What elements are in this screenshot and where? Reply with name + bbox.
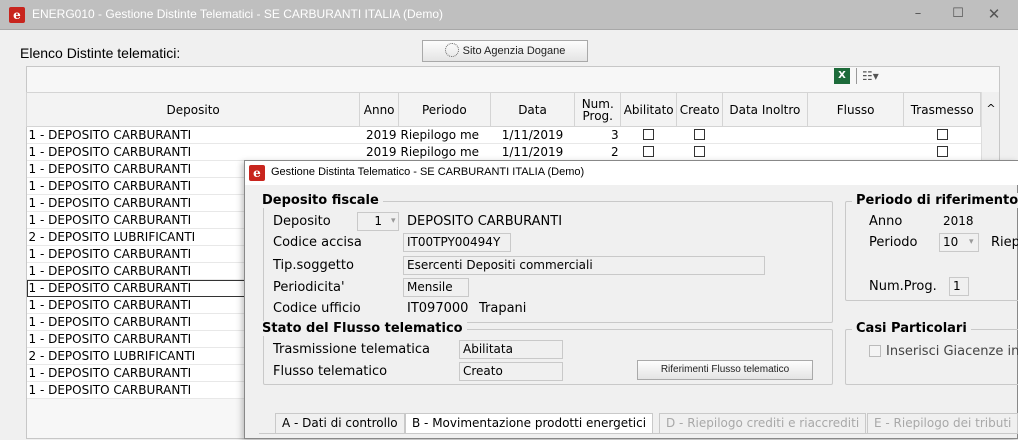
tip-soggetto-field[interactable]: Esercenti Depositi commerciali: [403, 256, 765, 275]
table-cell-flusso[interactable]: [807, 126, 904, 144]
excel-export-icon[interactable]: X: [834, 68, 850, 84]
table-row[interactable]: 1 - DEPOSITO CARBURANTI 2019 Riepilogo me 1…: [26, 143, 981, 161]
riferimenti-flusso-button[interactable]: Riferimenti Flusso telematico: [637, 360, 813, 380]
checkbox-icon[interactable]: [694, 129, 706, 140]
dialog-titlebar: e Gestione Distinta Telematico - SE CARB…: [245, 161, 1018, 185]
toolbar-separator: [856, 68, 857, 84]
table-cell-num[interactable]: 2: [574, 143, 621, 161]
table-cell-cbC[interactable]: [676, 126, 723, 144]
dialog-title: Gestione Distinta Telematico - SE CARBUR…: [271, 166, 585, 178]
anno-label: Anno: [869, 214, 903, 229]
inserisci-giacenze-label: Inserisci Giacenze ini: [886, 344, 1018, 359]
table-cell-inoltro[interactable]: [722, 126, 808, 144]
casi-particolari-title: Casi Particolari: [852, 321, 971, 336]
column-header[interactable]: Num. Prog.: [574, 92, 622, 127]
codice-ufficio-value: IT097000: [407, 301, 469, 316]
trasmissione-label: Trasmissione telematica: [273, 342, 431, 357]
stato-flusso-title: Stato del Flusso telematico: [258, 321, 467, 336]
column-header[interactable]: Deposito: [25, 92, 361, 127]
numprog-field[interactable]: 1: [949, 277, 969, 296]
deposito-code: 1: [374, 214, 382, 228]
table-cell-anno[interactable]: 2019: [359, 126, 399, 144]
table-cell-cbA[interactable]: [620, 143, 677, 161]
checkbox-icon[interactable]: [869, 345, 881, 357]
table-cell-cbC[interactable]: [676, 143, 723, 161]
tab-riepilogo-crediti[interactable]: D - Riepilogo crediti e riaccrediti: [659, 413, 867, 433]
checkbox-icon[interactable]: [936, 146, 948, 157]
table-cell-periodo[interactable]: Riepilogo me: [398, 143, 491, 161]
table-cell-cbA[interactable]: [620, 126, 677, 144]
table-cell-data[interactable]: 1/11/2019: [490, 143, 575, 161]
deposito-name: DEPOSITO CARBURANTI: [407, 214, 563, 229]
app-logo-icon: e: [249, 165, 265, 181]
ufficio-nome: Trapani: [479, 301, 527, 316]
window-title: ENERG010 - Gestione Distinte Telematici …: [32, 7, 444, 21]
checkbox-icon[interactable]: [643, 146, 655, 157]
table-cell-anno[interactable]: 2019: [359, 143, 399, 161]
table-cell-flusso[interactable]: [807, 143, 904, 161]
column-header[interactable]: Flusso: [806, 92, 905, 127]
periodicita-field[interactable]: Mensile: [403, 278, 469, 297]
column-header[interactable]: Trasmesso: [903, 92, 981, 127]
table-cell-data[interactable]: 1/11/2019: [490, 126, 575, 144]
checkbox-icon[interactable]: [643, 129, 655, 140]
tip-soggetto-label: Tip.soggetto: [273, 258, 354, 273]
window-titlebar: e ENERG010 - Gestione Distinte Telematic…: [0, 0, 1018, 30]
codice-ufficio-label: Codice ufficio: [273, 301, 361, 316]
codice-accisa-label: Codice accisa: [273, 235, 362, 250]
minimize-button[interactable]: –: [900, 3, 936, 25]
table-cell-cbT[interactable]: [903, 143, 981, 161]
periodo-riferimento-title: Periodo di riferimento: [852, 193, 1018, 208]
sito-agenzia-dogane-button[interactable]: Sito Agenzia Dogane: [422, 40, 588, 62]
column-header[interactable]: Creato: [676, 92, 724, 127]
periodo-label: Periodo: [869, 235, 918, 250]
column-header[interactable]: Data Inoltro: [722, 92, 808, 127]
list-caption: Elenco Distinte telematici:: [20, 45, 181, 61]
column-header[interactable]: Anno: [359, 92, 399, 127]
table-cell-deposito[interactable]: 1 - DEPOSITO CARBURANTI: [26, 126, 360, 144]
inserisci-giacenze-checkbox[interactable]: Inserisci Giacenze ini: [869, 344, 1018, 359]
periodo-value: 10: [943, 235, 959, 249]
table-header-row: Deposito Anno Periodo Data Num. Prog. Abilita…: [25, 92, 981, 127]
column-chooser-icon[interactable]: ☷▾: [862, 68, 890, 84]
app-logo-icon: e: [9, 7, 25, 23]
close-button[interactable]: ✕: [976, 3, 1012, 25]
scroll-up-icon[interactable]: ^: [982, 92, 1000, 126]
maximize-button[interactable]: ☐: [940, 3, 976, 25]
tab-dati-controllo[interactable]: A - Dati di controllo: [275, 413, 405, 433]
anno-value[interactable]: 2018: [943, 214, 974, 228]
flusso-label: Flusso telematico: [273, 364, 388, 379]
chevron-down-icon[interactable]: ▾: [969, 237, 974, 247]
table-row[interactable]: 1 - DEPOSITO CARBURANTI 2019 Riepilogo me 1…: [26, 126, 981, 144]
column-header[interactable]: Abilitato: [620, 92, 678, 127]
table-cell-num[interactable]: 3: [574, 126, 621, 144]
trasmissione-field[interactable]: Abilitata: [459, 340, 563, 359]
checkbox-icon[interactable]: [694, 146, 706, 157]
column-header[interactable]: Periodo: [398, 92, 491, 127]
table-cell-inoltro[interactable]: [722, 143, 808, 161]
tab-movimentazione[interactable]: B - Movimentazione prodotti energetici: [405, 413, 654, 433]
table-cell-cbT[interactable]: [903, 126, 981, 144]
periodicita-label: Periodicita': [273, 280, 345, 295]
deposito-fiscale-title: Deposito fiscale: [258, 193, 383, 208]
periodo-desc: Riep: [991, 235, 1018, 250]
table-cell-deposito[interactable]: 1 - DEPOSITO CARBURANTI: [26, 143, 360, 161]
deposito-label: Deposito: [273, 214, 331, 229]
table-cell-periodo[interactable]: Riepilogo me: [398, 126, 491, 144]
checkbox-icon[interactable]: [936, 129, 948, 140]
gestione-distinta-dialog: e Gestione Distinta Telematico - SE CARB…: [244, 160, 1018, 439]
sito-button-label: Sito Agenzia Dogane: [462, 45, 566, 57]
globe-icon: [444, 43, 459, 57]
codice-accisa-field[interactable]: IT00TPY00494Y: [403, 233, 511, 252]
tab-riepilogo-tributi[interactable]: E - Riepilogo dei tributi: [867, 413, 1018, 433]
column-header[interactable]: Data: [489, 92, 576, 127]
flusso-field[interactable]: Creato: [459, 362, 563, 381]
numprog-label: Num.Prog.: [869, 279, 937, 294]
chevron-down-icon[interactable]: ▾: [391, 216, 396, 226]
